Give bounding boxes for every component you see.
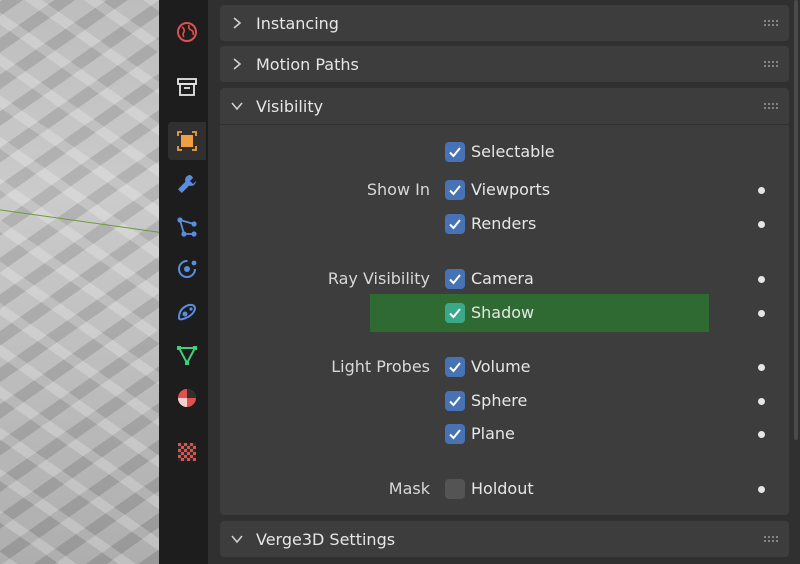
renders-row: Renders [220, 209, 789, 239]
checkmark-icon [449, 274, 461, 285]
particles-icon [177, 217, 197, 237]
modifier-tab[interactable] [168, 165, 206, 203]
plane-row: Plane [220, 419, 789, 449]
texture-checker-icon [178, 443, 196, 461]
texture-tab[interactable] [168, 433, 206, 471]
holdout-checkbox[interactable] [445, 479, 465, 499]
properties-panel: Instancing Motion Paths Visibility Selec… [208, 0, 800, 564]
camera-row: Ray Visibility Camera [220, 264, 789, 294]
selectable-row: Selectable [220, 137, 789, 167]
volume-checkbox[interactable] [445, 357, 465, 377]
constraints-tab[interactable] [168, 293, 206, 331]
keyframe-dot-icon[interactable] [758, 221, 765, 228]
world-tab[interactable] [168, 13, 206, 51]
sphere-checkbox[interactable] [445, 391, 465, 411]
keyframe-dot-icon[interactable] [758, 187, 765, 194]
visibility-section-body: Selectable Show In Viewports Renders Ray… [220, 125, 789, 515]
drag-grip-icon[interactable] [763, 19, 779, 27]
shadow-label: Shadow [471, 303, 535, 322]
motion-paths-section-header[interactable]: Motion Paths [220, 46, 789, 82]
verge3d-section-header[interactable]: Verge3D Settings [220, 521, 789, 557]
x-axis-line [0, 208, 159, 236]
wrench-icon [178, 175, 196, 193]
section-title: Motion Paths [256, 54, 359, 74]
keyframe-dot-icon[interactable] [758, 364, 765, 371]
material-tab[interactable] [168, 379, 206, 417]
holdout-row: Mask Holdout [220, 474, 789, 504]
checkmark-icon [449, 185, 461, 196]
data-tab[interactable] [168, 336, 206, 374]
renders-label: Renders [471, 214, 537, 233]
checkmark-icon [449, 396, 461, 407]
particles-tab[interactable] [168, 208, 206, 246]
holdout-label: Holdout [471, 479, 534, 498]
shadow-checkbox[interactable] [445, 303, 465, 323]
show-in-label: Show In [366, 180, 430, 199]
world-icon [177, 22, 197, 42]
volume-label: Volume [471, 357, 531, 376]
camera-checkbox[interactable] [445, 269, 465, 289]
viewports-row: Show In Viewports [220, 175, 789, 205]
chevron-down-icon [231, 535, 243, 544]
ray-visibility-label: Ray Visibility [327, 269, 430, 288]
keyframe-dot-icon[interactable] [758, 431, 765, 438]
checkmark-icon [449, 308, 461, 319]
section-title: Instancing [256, 13, 339, 33]
chevron-right-icon [233, 17, 242, 29]
selectable-checkbox[interactable] [445, 142, 465, 162]
camera-label: Camera [471, 269, 534, 288]
keyframe-dot-icon[interactable] [758, 398, 765, 405]
material-icon [178, 389, 196, 407]
plane-checkbox[interactable] [445, 424, 465, 444]
collection-tab[interactable] [168, 68, 206, 106]
mesh-data-icon [177, 346, 197, 366]
sphere-label: Sphere [471, 391, 528, 410]
checkmark-icon [449, 147, 461, 158]
drag-grip-icon[interactable] [763, 60, 779, 68]
3d-viewport[interactable] [0, 0, 159, 564]
viewports-checkbox[interactable] [445, 180, 465, 200]
checkmark-icon [449, 362, 461, 373]
chevron-down-icon [231, 102, 243, 111]
section-title: Verge3D Settings [256, 529, 396, 549]
object-tab[interactable] [168, 122, 206, 160]
plane-label: Plane [471, 424, 515, 443]
section-title: Visibility [256, 96, 324, 116]
object-icon [177, 131, 197, 151]
chevron-right-icon [233, 58, 242, 70]
keyframe-dot-icon[interactable] [758, 310, 765, 317]
sphere-row: Sphere [220, 386, 789, 416]
physics-icon [178, 260, 197, 278]
drag-grip-icon[interactable] [763, 102, 779, 110]
checkmark-icon [449, 429, 461, 440]
properties-tab-bar [159, 0, 208, 564]
keyframe-dot-icon[interactable] [758, 276, 765, 283]
collection-box-icon [177, 78, 197, 96]
panel-scrollbar[interactable] [794, 0, 798, 440]
mask-label: Mask [388, 479, 430, 498]
viewports-label: Viewports [471, 180, 551, 199]
physics-tab[interactable] [168, 250, 206, 288]
light-probes-label: Light Probes [331, 357, 430, 376]
renders-checkbox[interactable] [445, 214, 465, 234]
constraint-icon [177, 303, 197, 321]
volume-row: Light Probes Volume [220, 352, 789, 382]
keyframe-dot-icon[interactable] [758, 486, 765, 493]
drag-grip-icon[interactable] [763, 535, 779, 543]
visibility-section-header[interactable]: Visibility [220, 88, 789, 124]
instancing-section-header[interactable]: Instancing [220, 5, 789, 41]
selectable-label: Selectable [471, 142, 555, 161]
checkmark-icon [449, 219, 461, 230]
shadow-row: Shadow [220, 298, 789, 328]
